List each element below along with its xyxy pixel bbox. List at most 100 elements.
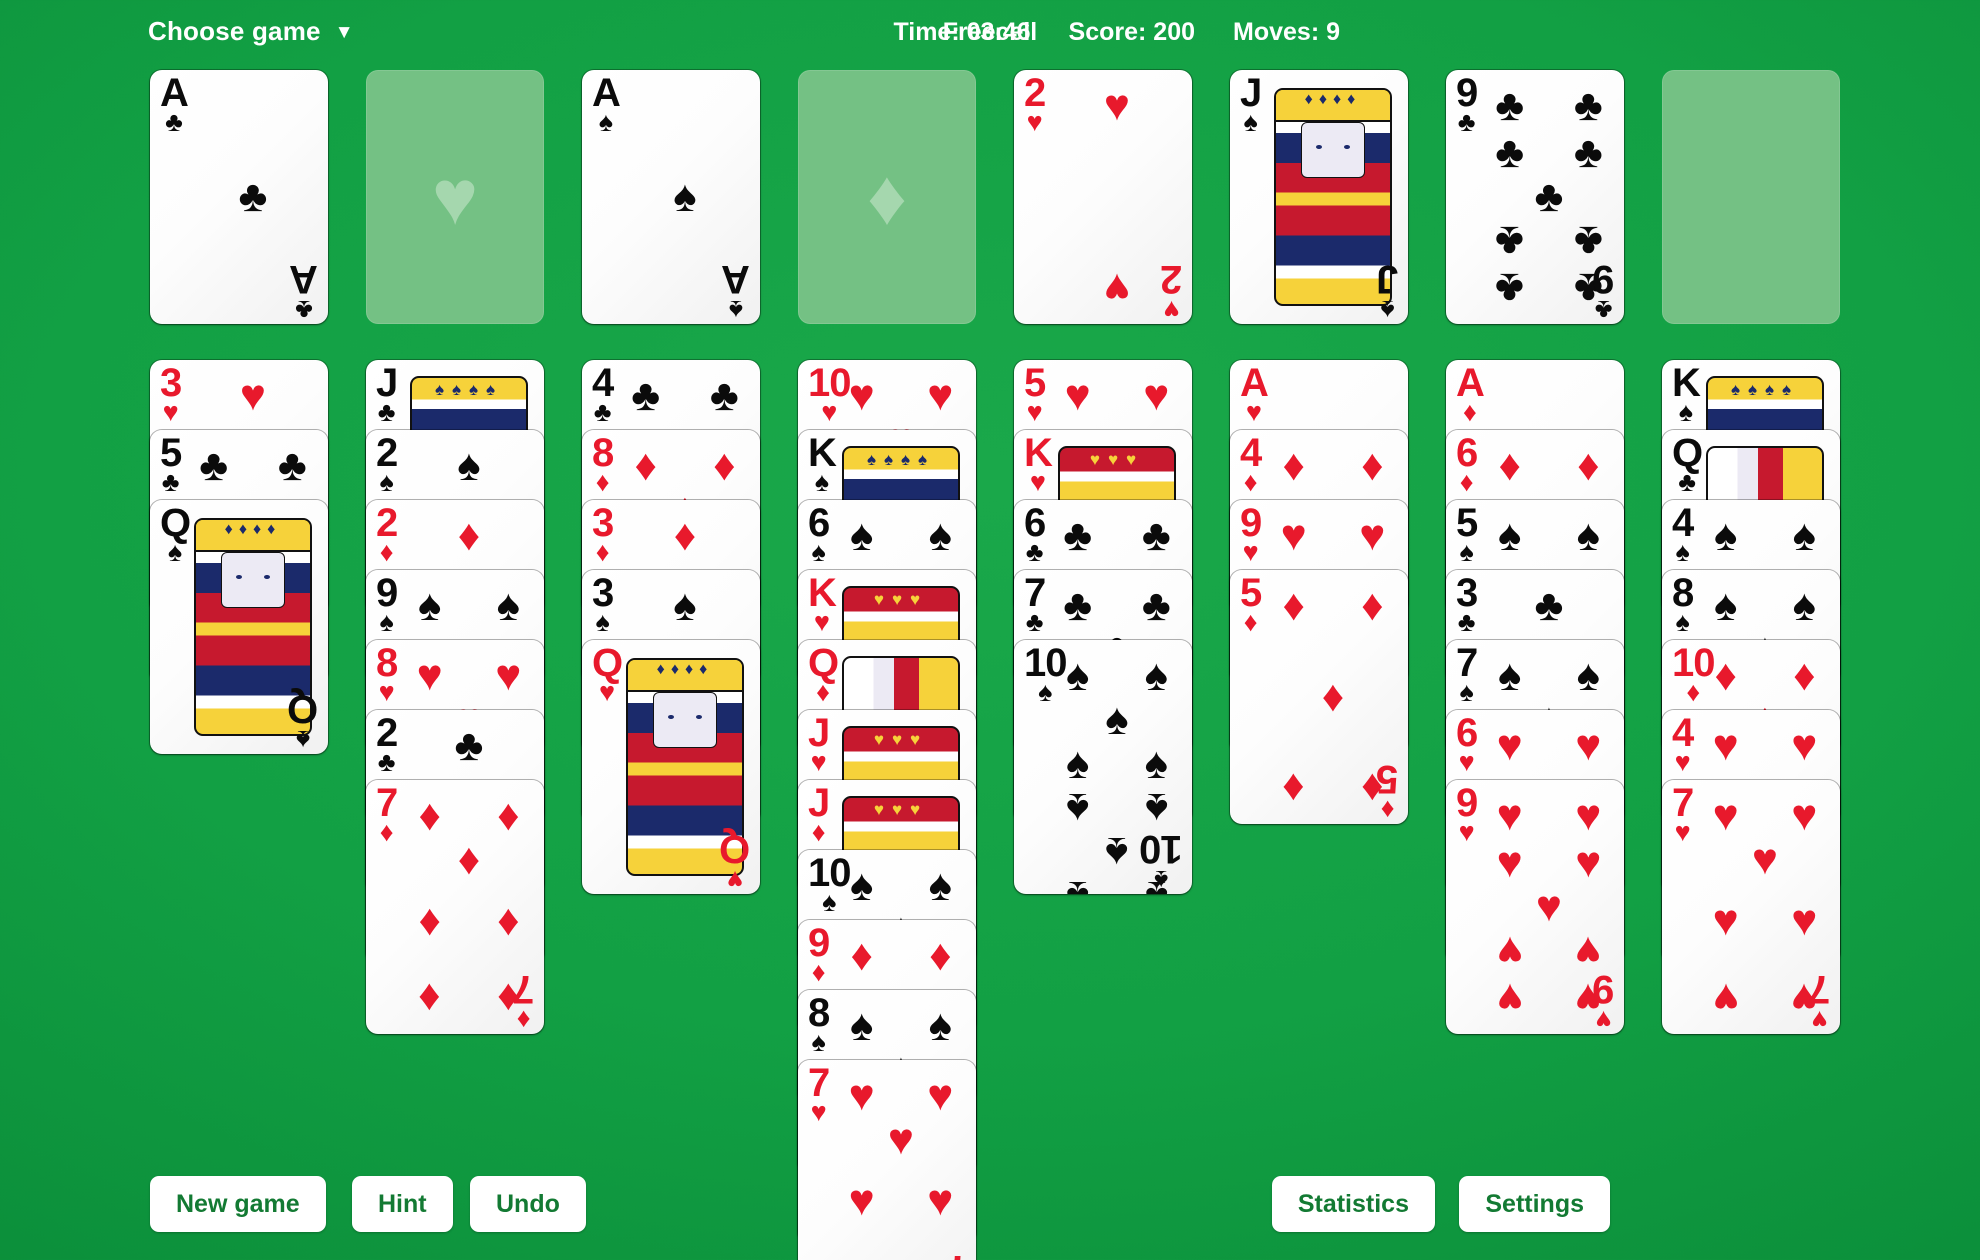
pip-♥: ♥ xyxy=(416,651,443,700)
card-corner-top-left: 9 ♥ xyxy=(1456,783,1478,845)
pip-♣: ♣ xyxy=(1495,217,1525,266)
freecell-1[interactable]: 2 ♥ ♥ ♥ 2 ♥ xyxy=(1014,70,1192,324)
pip-♥: ♥ xyxy=(1575,721,1602,770)
pip-♠: ♠ xyxy=(496,581,520,630)
card-corner-top-left: A ♣ xyxy=(160,73,189,135)
card-corner-top-left: 2 ♣ xyxy=(376,713,398,777)
pip-♠: ♠ xyxy=(928,861,952,910)
card-suit-spades-icon: ♠ xyxy=(1459,677,1474,707)
pip-♠: ♠ xyxy=(849,1001,874,1050)
card-corner-bottom-right: 7♥ xyxy=(945,1247,966,1260)
foundation-clubs[interactable]: A ♣ ♣ A ♣ xyxy=(150,70,328,324)
pip-♣: ♣ xyxy=(709,371,739,420)
card-corner-top-left: 4 ♦ xyxy=(1240,433,1262,495)
pip-♥: ♥ xyxy=(1712,791,1739,840)
card-corner-bottom-right: Q ♥ xyxy=(719,827,750,894)
card-suit-diamonds-icon: ♦ xyxy=(1380,795,1395,824)
pip-♠: ♠ xyxy=(928,511,952,560)
pip-♦: ♦ xyxy=(673,511,697,560)
new-game-button[interactable]: New game xyxy=(150,1176,326,1232)
freecell-2[interactable]: J♠J♠ xyxy=(1230,70,1408,324)
tableau-card[interactable]: 7 ♦ ♦ ♦ ♦ ♦ ♦ ♦ ♦ 7 ♦ xyxy=(366,780,544,1034)
pip-♠: ♠ xyxy=(1105,828,1129,877)
card-suit-spades-icon: ♠ xyxy=(822,887,837,917)
tableau-card[interactable]: 7♥♥♥♥♥♥♥♥7♥ xyxy=(798,1060,976,1260)
pip-♠: ♠ xyxy=(1144,651,1168,700)
hint-button[interactable]: Hint xyxy=(352,1176,453,1232)
pip-♠: ♠ xyxy=(1497,651,1522,700)
card-corner-top-left: 9 ♦ xyxy=(808,923,830,985)
card-corner-bottom-right: J ♠ xyxy=(1376,257,1398,324)
card-corner-top-left: 2 ♥ xyxy=(1024,73,1046,135)
pip-♦: ♦ xyxy=(1361,441,1384,490)
card-corner-top-left: Q ♣ xyxy=(1672,433,1703,495)
freecell-4[interactable] xyxy=(1662,70,1840,324)
pip-♥: ♥ xyxy=(848,1175,875,1225)
pip-♥: ♥ xyxy=(1280,511,1307,560)
settings-button[interactable]: Settings xyxy=(1459,1176,1610,1232)
pip-♦: ♦ xyxy=(1321,672,1345,721)
card-rank: Q xyxy=(719,827,750,872)
pip-♦: ♦ xyxy=(1361,581,1384,630)
pip-♣: ♣ xyxy=(1534,172,1564,221)
pip-♠: ♠ xyxy=(849,511,874,560)
pip-♦: ♦ xyxy=(418,895,441,945)
pip-♠: ♠ xyxy=(1713,511,1738,560)
card-rank: 9 xyxy=(1592,257,1614,302)
card-corner-top-left: 7 ♦ xyxy=(376,783,398,847)
pip-♥: ♥ xyxy=(848,371,875,420)
pip-♠: ♠ xyxy=(1144,739,1168,788)
pip-♦: ♦ xyxy=(634,441,657,490)
tableau-card[interactable]: 10♠♠♠♠♠♠♠♠♠♠♠10♠ xyxy=(1014,640,1192,894)
card-corner-top-left: 9 ♥ xyxy=(1240,503,1262,565)
pip-♠: ♠ xyxy=(849,861,874,910)
pip-♦: ♦ xyxy=(1282,764,1305,813)
card-corner-top-left: K ♠ xyxy=(1672,363,1701,425)
tableau-card[interactable]: Q♥Q♥ xyxy=(582,640,760,894)
pip-♥: ♥ xyxy=(1751,835,1779,884)
pip-♠: ♠ xyxy=(1105,695,1129,744)
pip-♦: ♦ xyxy=(1498,441,1521,490)
card-corner-top-left: 6 ♥ xyxy=(1456,713,1478,775)
pip-♠: ♠ xyxy=(1144,784,1168,833)
pip-♥: ♥ xyxy=(1712,895,1739,945)
tableau-card[interactable]: 7♥♥♥♥♥♥♥♥7♥ xyxy=(1662,780,1840,1034)
pip-♥: ♥ xyxy=(927,371,954,420)
card-corner-top-left: 7 ♠ xyxy=(1456,643,1478,707)
card-corner-top-left: 5 ♦ xyxy=(1240,573,1262,635)
pip-♣: ♣ xyxy=(1141,581,1171,630)
pip-♠: ♠ xyxy=(673,172,697,221)
card-suit-spades-icon: ♠ xyxy=(1459,537,1474,567)
undo-button[interactable]: Undo xyxy=(470,1176,586,1232)
card-pips: ♥ ♥ xyxy=(1058,84,1176,314)
pip-♥: ♥ xyxy=(1143,371,1170,420)
tableau-card[interactable]: 5 ♦ ♦ ♦ ♦ ♦ ♦ 5 ♦ xyxy=(1230,570,1408,824)
card-suit-hearts-icon: ♥ xyxy=(162,397,179,427)
card-suit-spades-icon: ♠ xyxy=(728,295,744,324)
card-suit-diamonds-icon: ♦ xyxy=(595,467,610,497)
crown-icon xyxy=(196,520,310,553)
card-corner-top-left: 3 ♥ xyxy=(160,363,182,427)
card-suit-diamonds-icon: ♦ xyxy=(379,817,394,847)
card-corner-top-left: 8 ♠ xyxy=(808,993,830,1055)
card-corner-top-left: 7 ♥ xyxy=(808,1063,830,1125)
card-suit-clubs-icon: ♣ xyxy=(377,747,396,777)
foundation-spades[interactable]: A ♠ ♠ A ♠ xyxy=(582,70,760,324)
pip-♠: ♠ xyxy=(417,581,442,630)
card-corner-top-left: 4 ♠ xyxy=(1672,503,1694,565)
statistics-button[interactable]: Statistics xyxy=(1271,1176,1435,1232)
card-suit-clubs-icon: ♣ xyxy=(1457,107,1476,137)
foundation-diamonds[interactable]: ♦ xyxy=(798,70,976,324)
foundation-hearts[interactable]: ♥ xyxy=(366,70,544,324)
footer-toolbar: New game Hint Undo Statistics Settings xyxy=(0,1150,1980,1260)
pip-♣: ♣ xyxy=(1495,128,1525,177)
freecell-3[interactable]: 9 ♣ ♣ ♣ ♣ ♣ ♣ ♣ ♣ ♣ ♣ 9 ♣ xyxy=(1446,70,1624,324)
card-rank: J xyxy=(1376,257,1398,302)
card-corner-top-left: Q ♠ xyxy=(160,503,191,565)
card-suit-spades-icon: ♠ xyxy=(1675,607,1690,637)
tableau-card[interactable]: Q♠Q♠ xyxy=(150,500,328,754)
pip-♠: ♠ xyxy=(928,1001,952,1050)
card-corner-top-left: K ♥ xyxy=(1024,433,1053,495)
tableau-card[interactable]: 9 ♥ ♥ ♥ ♥ ♥ ♥ ♥ ♥ ♥ ♥ 9 ♥ xyxy=(1446,780,1624,1034)
card-corner-top-left: 7 ♣ xyxy=(1024,573,1046,635)
